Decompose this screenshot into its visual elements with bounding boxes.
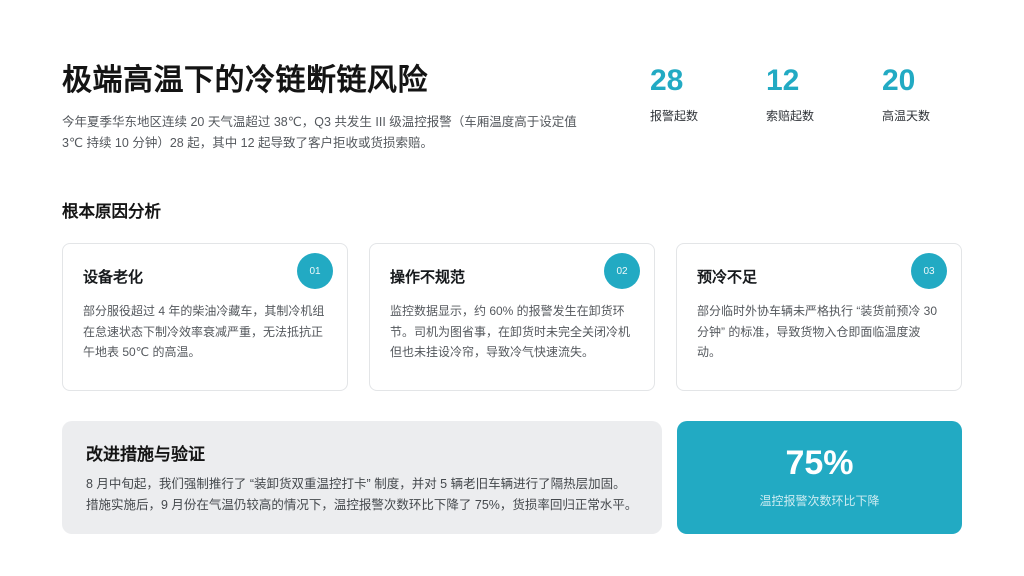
title-block: 极端高温下的冷链断链风险 今年夏季华东地区连续 20 天气温超过 38℃，Q3 … [62,64,577,154]
stat-hot-days: 20 高温天数 [882,66,930,124]
slide-page: 极端高温下的冷链断链风险 今年夏季华东地区连续 20 天气温超过 38℃，Q3 … [0,0,1024,576]
root-cause-cards: 设备老化 01 部分服役超过 4 年的柴油冷藏车，其制冷机组在怠速状态下制冷效率… [62,243,962,391]
highlight-label: 温控报警次数环比下降 [759,492,879,509]
kpi-stats: 28 报警起数 12 索赔起数 20 高温天数 [650,64,962,124]
improvement-body: 8 月中旬起，我们强制推行了 “装卸货双重温控打卡” 制度，并对 5 辆老旧车辆… [86,474,638,517]
root-cause-card-improper-operation: 操作不规范 02 监控数据显示，约 60% 的报警发生在卸货环节。司机为图省事，… [369,243,655,391]
highlight-panel: 75% 温控报警次数环比下降 [677,421,962,534]
root-cause-card-insufficient-precooling: 预冷不足 03 部分临时外协车辆未严格执行 “装货前预冷 30 分钟” 的标准，… [676,243,962,391]
header: 极端高温下的冷链断链风险 今年夏季华东地区连续 20 天气温超过 38℃，Q3 … [62,64,962,154]
section-heading-root-cause: 根本原因分析 [62,198,962,222]
improvement-heading: 改进措施与验证 [86,440,638,465]
page-subtitle: 今年夏季华东地区连续 20 天气温超过 38℃，Q3 共发生 III 级温控报警… [62,112,577,155]
stat-alarm-count: 28 报警起数 [650,66,766,124]
bottom-row: 改进措施与验证 8 月中旬起，我们强制推行了 “装卸货双重温控打卡” 制度，并对… [62,421,962,534]
root-cause-card-equipment-aging: 设备老化 01 部分服役超过 4 年的柴油冷藏车，其制冷机组在怠速状态下制冷效率… [62,243,348,391]
page-title: 极端高温下的冷链断链风险 [62,64,577,99]
card-header: 设备老化 01 [83,253,333,289]
stat-value: 12 [766,66,882,96]
stat-value: 20 [882,66,930,96]
stat-label: 高温天数 [882,107,930,124]
card-header: 预冷不足 03 [697,253,947,289]
stat-label: 报警起数 [650,107,766,124]
card-index-badge: 02 [604,253,640,289]
card-body: 部分临时外协车辆未严格执行 “装货前预冷 30 分钟” 的标准，导致货物入仓即面… [697,301,947,363]
card-title: 设备老化 [83,256,143,287]
highlight-value: 75% [785,446,853,480]
stat-value: 28 [650,66,766,96]
improvement-panel: 改进措施与验证 8 月中旬起，我们强制推行了 “装卸货双重温控打卡” 制度，并对… [62,421,662,534]
card-index-badge: 03 [911,253,947,289]
stat-label: 索赔起数 [766,107,882,124]
card-body: 监控数据显示，约 60% 的报警发生在卸货环节。司机为图省事，在卸货时未完全关闭… [390,301,640,363]
stat-claim-count: 12 索赔起数 [766,66,882,124]
card-header: 操作不规范 02 [390,253,640,289]
card-body: 部分服役超过 4 年的柴油冷藏车，其制冷机组在怠速状态下制冷效率衰减严重，无法抵… [83,301,333,363]
card-title: 操作不规范 [390,256,465,287]
card-index-badge: 01 [297,253,333,289]
card-title: 预冷不足 [697,256,757,287]
